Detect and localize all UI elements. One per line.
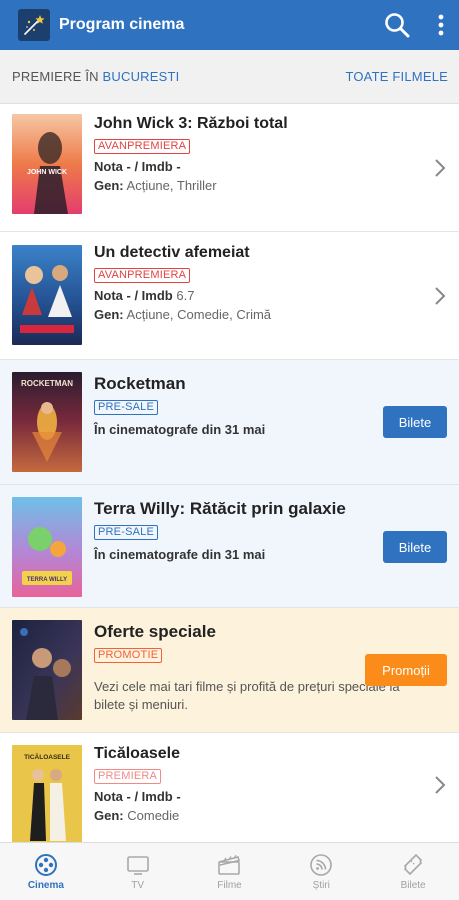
more-vert-icon[interactable] (437, 13, 445, 37)
movie-info: Un detectiv afemeiat AVANPREMIERA Nota -… (94, 244, 389, 322)
app-logo-icon (18, 9, 50, 41)
movie-info: John Wick 3: Război total AVANPREMIERA N… (94, 115, 389, 193)
status-badge: AVANPREMIERA (94, 139, 191, 154)
rating-label: Nota (94, 789, 123, 804)
movie-rating: Nota - / Imdb - (94, 159, 389, 174)
movie-title: John Wick 3: Război total (94, 115, 288, 132)
movie-row-rocketman[interactable]: ROCKETMAN Rocketman PRE-SALE În cinemato… (0, 360, 459, 485)
release-date: În cinematografe din 31 mai (94, 422, 266, 437)
movie-title: Ticăloasele (94, 745, 180, 762)
movie-row-detectiv[interactable]: Un detectiv afemeiat AVANPREMIERA Nota -… (0, 232, 459, 360)
poster-detectiv (12, 245, 82, 345)
clapperboard-icon (218, 854, 241, 875)
movie-genre: Gen: Acțiune, Comedie, Crimă (94, 307, 389, 322)
movie-title: Un detectiv afemeiat (94, 244, 250, 261)
promo-badge: PROMOTIE (94, 648, 163, 663)
nav-label: TV (131, 879, 145, 891)
rating-label: Nota (94, 288, 123, 303)
app-bar-actions (383, 0, 445, 50)
nav-label: Filme (217, 879, 242, 891)
poster-rocketman: ROCKETMAN (12, 372, 82, 472)
status-badge: PREMIERA (94, 769, 162, 784)
genre-label: Gen: (94, 808, 124, 823)
premiere-label: PREMIERE ÎN (12, 69, 99, 84)
movie-title: Rocketman (94, 374, 186, 393)
nav-label: Bilete (400, 879, 426, 891)
poster-text-john-wick: JOHN WICK (27, 169, 67, 176)
tv-icon (126, 855, 149, 875)
film-reel-icon (34, 853, 57, 876)
movie-list[interactable]: JOHN WICK John Wick 3: Război total AVAN… (0, 104, 459, 842)
promo-row[interactable]: Oferte speciale PROMOTIE Vezi cele mai t… (0, 608, 459, 733)
movie-genre: Gen: Comedie (94, 808, 389, 823)
app-bar: Program cinema (0, 0, 459, 50)
chevron-right-icon[interactable] (433, 775, 447, 795)
premiere-header: PREMIERE ÎN BUCURESTI TOATE FILMELE (0, 50, 459, 104)
nav-item-bilete[interactable]: Bilete (367, 843, 459, 900)
movie-genre: Gen: Acțiune, Thriller (94, 178, 389, 193)
premiere-location[interactable]: PREMIERE ÎN BUCURESTI (12, 69, 179, 84)
poster-ticaloasele: TICĂLOASELE (12, 745, 82, 842)
promo-title: Oferte speciale (94, 622, 216, 641)
chevron-right-icon[interactable] (433, 158, 447, 178)
tickets-button[interactable]: Bilete (383, 406, 447, 438)
promo-image (12, 620, 82, 720)
nav-item-cinema[interactable]: Cinema (0, 843, 92, 900)
rating-value: - / Imdb (126, 288, 173, 303)
movie-info: Terra Willy: Rătăcit prin galaxie PRE-SA… (94, 499, 389, 562)
poster-text-rocketman: ROCKETMAN (21, 379, 73, 388)
nav-item-filme[interactable]: Filme (184, 843, 276, 900)
movie-row-ticaloasele[interactable]: TICĂLOASELE Ticăloasele PREMIERA Nota - … (0, 733, 459, 842)
genre-label: Gen: (94, 307, 124, 322)
poster-john-wick: JOHN WICK (12, 114, 82, 214)
poster-terra-willy: TERRA WILLY (12, 497, 82, 597)
rating-label: Nota (94, 159, 123, 174)
movie-info: Ticăloasele PREMIERA Nota - / Imdb - Gen… (94, 745, 389, 823)
nav-item-tv[interactable]: TV (92, 843, 184, 900)
search-icon[interactable] (383, 11, 411, 39)
nav-item-stiri[interactable]: Știri (275, 843, 367, 900)
movie-row-terra-willy[interactable]: TERRA WILLY Terra Willy: Rătăcit prin ga… (0, 485, 459, 608)
poster-text-ticaloasele: TICĂLOASELE (24, 752, 71, 761)
movie-row-john-wick[interactable]: JOHN WICK John Wick 3: Război total AVAN… (0, 104, 459, 232)
release-date: În cinematografe din 31 mai (94, 547, 266, 562)
rating-value: - / Imdb - (126, 159, 181, 174)
status-badge: PRE-SALE (94, 400, 159, 415)
app-title: Program cinema (59, 16, 185, 33)
all-movies-link[interactable]: TOATE FILMELE (345, 69, 448, 84)
app-root: Program cinema PREMIERE ÎN BUCURESTI TOA… (0, 0, 459, 900)
promotions-button[interactable]: Promoții (365, 654, 447, 686)
imdb-score: 6.7 (176, 288, 195, 303)
movie-title: Terra Willy: Rătăcit prin galaxie (94, 499, 346, 518)
genre-label: Gen: (94, 178, 124, 193)
genre-value: Acțiune, Comedie, Crimă (126, 307, 272, 322)
city-selector[interactable]: BUCURESTI (103, 69, 180, 84)
movie-rating: Nota - / Imdb 6.7 (94, 288, 389, 303)
movie-info: Rocketman PRE-SALE În cinematografe din … (94, 374, 389, 437)
movie-rating: Nota - / Imdb - (94, 789, 389, 804)
poster-text-terra-willy: TERRA WILLY (27, 577, 67, 583)
status-badge: PRE-SALE (94, 525, 159, 540)
rss-icon (310, 853, 333, 876)
ticket-icon (403, 853, 423, 875)
nav-label: Știri (312, 879, 330, 891)
promo-info: Oferte speciale PROMOTIE (94, 622, 349, 663)
rating-value: - / Imdb - (126, 789, 181, 804)
status-badge: AVANPREMIERA (94, 268, 191, 283)
tickets-button[interactable]: Bilete (383, 531, 447, 563)
genre-value: Acțiune, Thriller (126, 178, 217, 193)
bottom-navigation: Cinema TV Filme Știri Bilete (0, 842, 459, 900)
chevron-right-icon[interactable] (433, 286, 447, 306)
genre-value: Comedie (127, 808, 180, 823)
nav-label: Cinema (27, 879, 64, 891)
